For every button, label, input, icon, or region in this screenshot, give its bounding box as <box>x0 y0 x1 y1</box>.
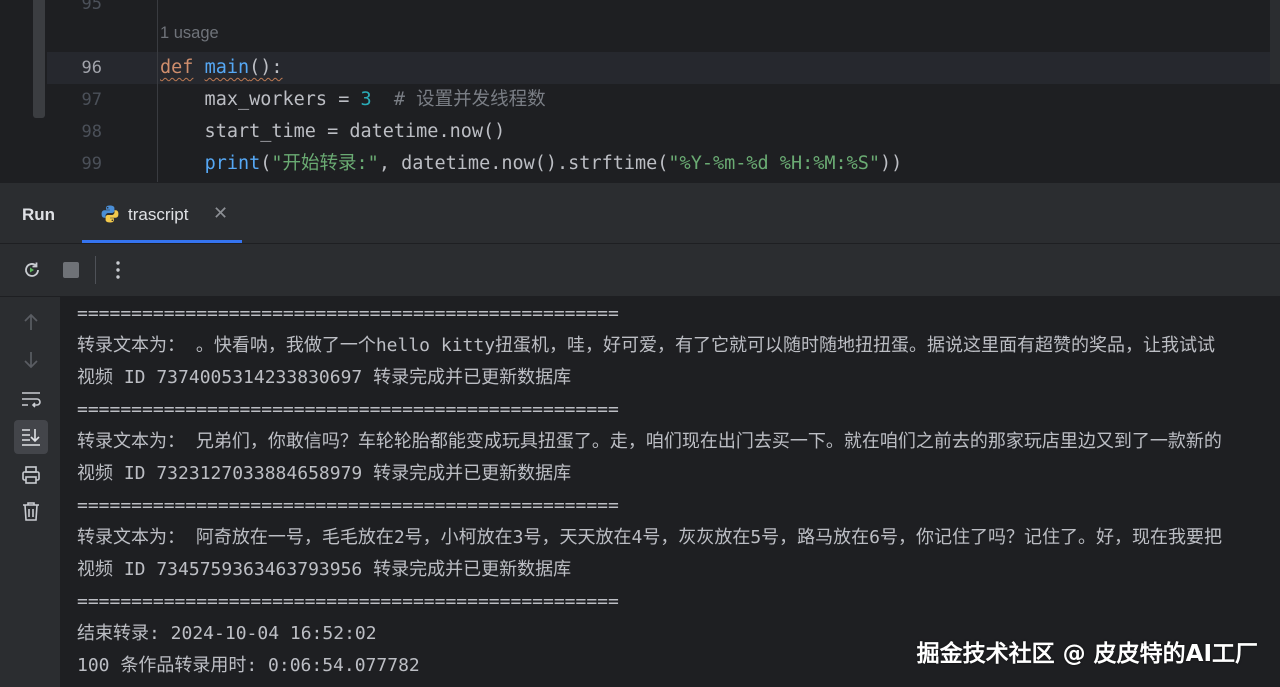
scroll-to-end-button[interactable] <box>14 420 48 454</box>
line-number: 95 <box>81 0 102 14</box>
print-icon[interactable] <box>20 464 42 486</box>
more-options-icon[interactable] <box>107 259 129 281</box>
run-header: Run trascript ✕ <box>0 183 1280 243</box>
line-number: 96 <box>81 58 102 78</box>
console-line: ========================================… <box>77 495 619 516</box>
console-output[interactable]: ========================================… <box>60 296 1280 687</box>
code-text: max_workers = <box>160 89 361 110</box>
function-name: main <box>204 57 250 78</box>
keyword: def <box>160 57 194 78</box>
code-line[interactable]: def main(): <box>160 52 283 84</box>
console-line: 视频 ID 7323127033884658979 转录完成并已更新数据库 <box>77 463 572 484</box>
scroll-to-end-icon <box>22 429 40 446</box>
code-text: (): <box>249 57 283 78</box>
soft-wrap-icon[interactable] <box>20 388 42 410</box>
console-line: ========================================… <box>77 591 619 612</box>
string-literal: "%Y-%m-%d %H:%M:%S" <box>668 153 881 174</box>
stop-icon[interactable] <box>60 259 82 281</box>
console-line: 视频 ID 7345759363463793956 转录完成并已更新数据库 <box>77 559 572 580</box>
run-title: Run <box>22 205 56 224</box>
line-number: 99 <box>81 154 102 174</box>
toolbar-separator <box>95 256 96 284</box>
console-side-toolbar <box>0 296 60 687</box>
number-literal: 3 <box>360 89 372 110</box>
editor-scrollbar[interactable] <box>1270 0 1280 84</box>
rerun-icon[interactable] <box>21 259 43 281</box>
code-line[interactable]: print("开始转录:", datetime.now().strftime("… <box>160 148 903 180</box>
indent-guide <box>157 0 158 182</box>
watermark: 掘金技术社区 @ 皮皮特的AI工厂 <box>916 641 1258 667</box>
tab-label: trascript <box>128 205 189 224</box>
trash-icon[interactable] <box>20 500 42 522</box>
code-text: ( <box>260 153 272 174</box>
line-number: 97 <box>81 90 102 110</box>
console-line: 转录文本为： 。快看呐，我做了一个hello kitty扭蛋机，哇，好可爱，有了… <box>77 335 1216 356</box>
editor-left-scrollbar[interactable] <box>33 0 45 118</box>
code-text: )) <box>880 153 903 174</box>
code-line[interactable]: start_time = datetime.now() <box>160 116 506 148</box>
line-number: 98 <box>81 122 102 142</box>
down-arrow-icon[interactable] <box>20 349 42 371</box>
console-line: 结束转录: 2024-10-04 16:52:02 <box>77 623 377 644</box>
console-line: ========================================… <box>77 303 619 324</box>
tab-trascript[interactable]: trascript ✕ <box>82 183 242 243</box>
usage-hint[interactable]: 1 usage <box>160 24 219 43</box>
close-icon[interactable]: ✕ <box>213 203 228 224</box>
code-editor[interactable]: 95 1 usage 96 def main(): 97 max_workers… <box>0 0 1280 182</box>
console-line: 100 条作品转录用时: 0:06:54.077782 <box>77 655 420 676</box>
run-tool-window: Run trascript ✕ ========================… <box>0 182 1280 687</box>
comment: # 设置并发线程数 <box>371 89 546 110</box>
python-icon <box>101 205 119 223</box>
console-line: 转录文本为： 阿奇放在一号，毛毛放在2号，小柯放在3号，天天放在4号，灰灰放在5… <box>77 527 1223 548</box>
console-line: ========================================… <box>77 399 619 420</box>
function-name: print <box>204 153 261 174</box>
up-arrow-icon[interactable] <box>20 311 42 333</box>
console-line: 视频 ID 7374005314233830697 转录完成并已更新数据库 <box>77 367 572 388</box>
run-toolbar <box>0 243 1280 297</box>
console-line: 转录文本为： 兄弟们，你敢信吗？车轮轮胎都能变成玩具扭蛋了。走，咱们现在出门去买… <box>77 431 1222 452</box>
code-text: , datetime.now().strftime( <box>378 153 669 174</box>
string-literal: "开始转录:" <box>271 153 379 174</box>
code-line[interactable]: max_workers = 3 # 设置并发线程数 <box>160 84 546 116</box>
